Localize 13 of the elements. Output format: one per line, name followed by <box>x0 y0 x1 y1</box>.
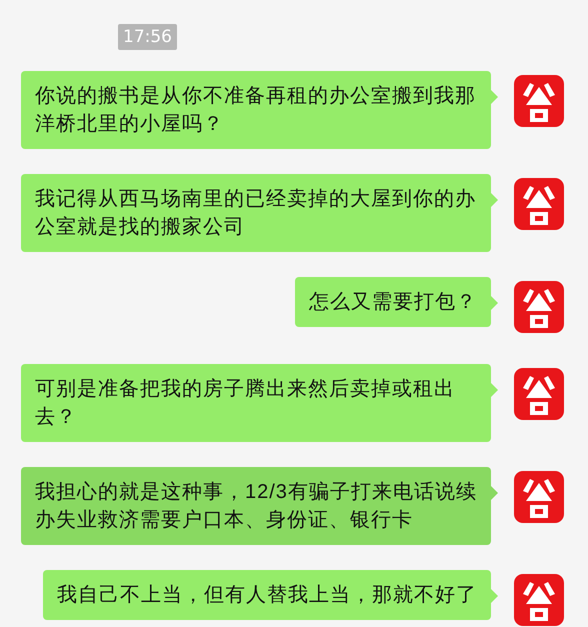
bubble-tail <box>491 589 498 603</box>
message-bubble[interactable]: 我记得从西马场南里的已经卖掉的大屋到你的办公室就是找的搬家公司 <box>21 174 491 252</box>
message-bubble[interactable]: 我担心的就是这种事，12/3有骗子打来电话说续办失业救济需要户口本、身份证、银行卡 <box>21 467 491 545</box>
bubble-tail <box>491 383 498 397</box>
message-bubble[interactable]: 可别是准备把我的房子腾出来然后卖掉或租出去？ <box>21 364 491 442</box>
message-bubble[interactable]: 我自己不上当，但有人替我上当，那就不好了 <box>43 570 491 620</box>
bubble-tail <box>491 90 498 104</box>
timestamp: 17:56 <box>118 24 177 50</box>
message-bubble[interactable]: 你说的搬书是从你不准备再租的办公室搬到我那洋桥北里的小屋吗？ <box>21 71 491 149</box>
bubble-tail <box>491 296 498 310</box>
message-bubble[interactable]: 怎么又需要打包？ <box>295 277 491 327</box>
bubble-tail <box>491 193 498 207</box>
bubble-tail <box>491 486 498 500</box>
